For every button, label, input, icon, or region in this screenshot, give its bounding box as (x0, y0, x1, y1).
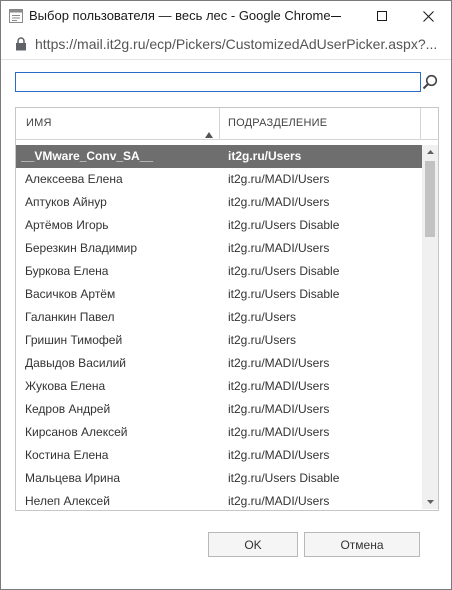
grid-header: ИМЯ ПОДРАЗДЕЛЕНИЕ (16, 108, 438, 140)
row-name: Галанкин Павел (25, 310, 115, 324)
row-name: Кедров Андрей (25, 402, 111, 416)
vertical-scrollbar[interactable] (422, 145, 438, 509)
column-header-name-label: ИМЯ (26, 117, 52, 129)
row-department: it2g.ru/Users Disable (228, 264, 340, 278)
lock-icon[interactable] (15, 37, 27, 51)
grid-rows: __VMware_Conv_SA__ it2g.ru/Users Алексее… (16, 145, 422, 509)
address-bar[interactable]: https://mail.it2g.ru/ecp/Pickers/Customi… (1, 31, 451, 60)
search-icon (422, 74, 438, 90)
search-button[interactable] (420, 72, 440, 92)
row-name: Гришин Тимофей (25, 333, 123, 347)
scroll-up-button[interactable] (422, 145, 438, 159)
row-department: it2g.ru/Users Disable (228, 287, 340, 301)
row-department: it2g.ru/Users Disable (228, 218, 340, 232)
ok-button[interactable]: OK (208, 532, 298, 557)
table-row[interactable]: Жукова Елена it2g.ru/MADI/Users (16, 375, 422, 398)
cancel-button[interactable]: Отмена (304, 532, 420, 557)
table-row[interactable]: Кедров Андрей it2g.ru/MADI/Users (16, 398, 422, 421)
table-row[interactable]: Васичков Артём it2g.ru/Users Disable (16, 283, 422, 306)
scrollbar-thumb[interactable] (425, 161, 435, 237)
row-department: it2g.ru/MADI/Users (228, 425, 330, 439)
scroll-down-button[interactable] (422, 495, 438, 509)
row-name: Давыдов Василий (25, 356, 126, 370)
window-title: Выбор пользователя — весь лес - Google C… (29, 8, 331, 23)
page-icon (9, 9, 23, 23)
row-name: Нелеп Алексей (25, 494, 110, 508)
row-department: it2g.ru/MADI/Users (228, 356, 330, 370)
row-name: Жукова Елена (25, 379, 106, 393)
table-row[interactable]: Кирсанов Алексей it2g.ru/MADI/Users (16, 421, 422, 444)
row-name: __VMware_Conv_SA__ (21, 149, 154, 163)
table-row[interactable]: Буркова Елена it2g.ru/Users Disable (16, 260, 422, 283)
search-input[interactable] (15, 72, 421, 92)
row-department: it2g.ru/MADI/Users (228, 448, 330, 462)
row-name: Васичков Артём (25, 287, 116, 301)
chevron-up-icon (426, 150, 434, 154)
table-row[interactable]: Алексеева Елена it2g.ru/MADI/Users (16, 168, 422, 191)
row-department: it2g.ru/MADI/Users (228, 402, 330, 416)
close-icon (422, 10, 434, 22)
maximize-button[interactable] (359, 1, 405, 31)
close-button[interactable] (405, 1, 451, 31)
row-department: it2g.ru/MADI/Users (228, 172, 330, 186)
minimize-icon (331, 16, 341, 17)
row-name: Кирсанов Алексей (25, 425, 128, 439)
url-path: /ecp/Pickers/CustomizedAdUserPicker.aspx… (145, 36, 438, 52)
row-name: Аптуков Айнур (25, 195, 107, 209)
title-bar[interactable]: Выбор пользователя — весь лес - Google C… (1, 1, 451, 31)
row-department: it2g.ru/MADI/Users (228, 241, 330, 255)
table-row[interactable]: Нелеп Алексей it2g.ru/MADI/Users (16, 490, 422, 509)
search-bar (15, 72, 439, 92)
table-row[interactable]: Давыдов Василий it2g.ru/MADI/Users (16, 352, 422, 375)
chevron-down-icon (426, 500, 434, 504)
browser-popup-window: Выбор пользователя — весь лес - Google C… (0, 0, 452, 590)
table-row[interactable]: Березкин Владимир it2g.ru/MADI/Users (16, 237, 422, 260)
table-row[interactable]: Мальцева Ирина it2g.ru/Users Disable (16, 467, 422, 490)
table-row[interactable]: Галанкин Павел it2g.ru/Users (16, 306, 422, 329)
row-name: Буркова Елена (25, 264, 109, 278)
row-department: it2g.ru/MADI/Users (228, 494, 330, 508)
url-host: mail.it2g.ru (77, 36, 146, 52)
row-department: it2g.ru/MADI/Users (228, 195, 330, 209)
maximize-icon (377, 11, 387, 21)
user-list-grid: ИМЯ ПОДРАЗДЕЛЕНИЕ __VMware_Conv_SA__ it2… (15, 107, 439, 511)
table-row[interactable]: Костина Елена it2g.ru/MADI/Users (16, 444, 422, 467)
column-header-department-label: ПОДРАЗДЕЛЕНИЕ (228, 117, 328, 129)
row-name: Алексеева Елена (25, 172, 123, 186)
row-name: Артёмов Игорь (25, 218, 109, 232)
row-department: it2g.ru/Users (228, 149, 302, 163)
sort-ascending-icon (205, 120, 213, 138)
row-name: Березкин Владимир (25, 241, 138, 255)
table-row[interactable]: Гришин Тимофей it2g.ru/Users (16, 329, 422, 352)
row-department: it2g.ru/Users (228, 310, 297, 324)
row-department: it2g.ru/Users Disable (228, 471, 340, 485)
row-department: it2g.ru/Users (228, 333, 297, 347)
table-row[interactable]: Аптуков Айнур it2g.ru/MADI/Users (16, 191, 422, 214)
row-department: it2g.ru/MADI/Users (228, 379, 330, 393)
table-row[interactable]: Артёмов Игорь it2g.ru/Users Disable (16, 214, 422, 237)
column-header-name[interactable]: ИМЯ (16, 108, 220, 139)
row-name: Костина Елена (25, 448, 109, 462)
row-name: Мальцева Ирина (25, 471, 121, 485)
minimize-button[interactable] (313, 1, 359, 31)
table-row[interactable]: __VMware_Conv_SA__ it2g.ru/Users (16, 145, 422, 168)
url-text[interactable]: https://mail.it2g.ru/ecp/Pickers/Customi… (35, 36, 445, 52)
url-scheme: https:// (35, 36, 78, 52)
column-header-department[interactable]: ПОДРАЗДЕЛЕНИЕ (220, 108, 421, 139)
